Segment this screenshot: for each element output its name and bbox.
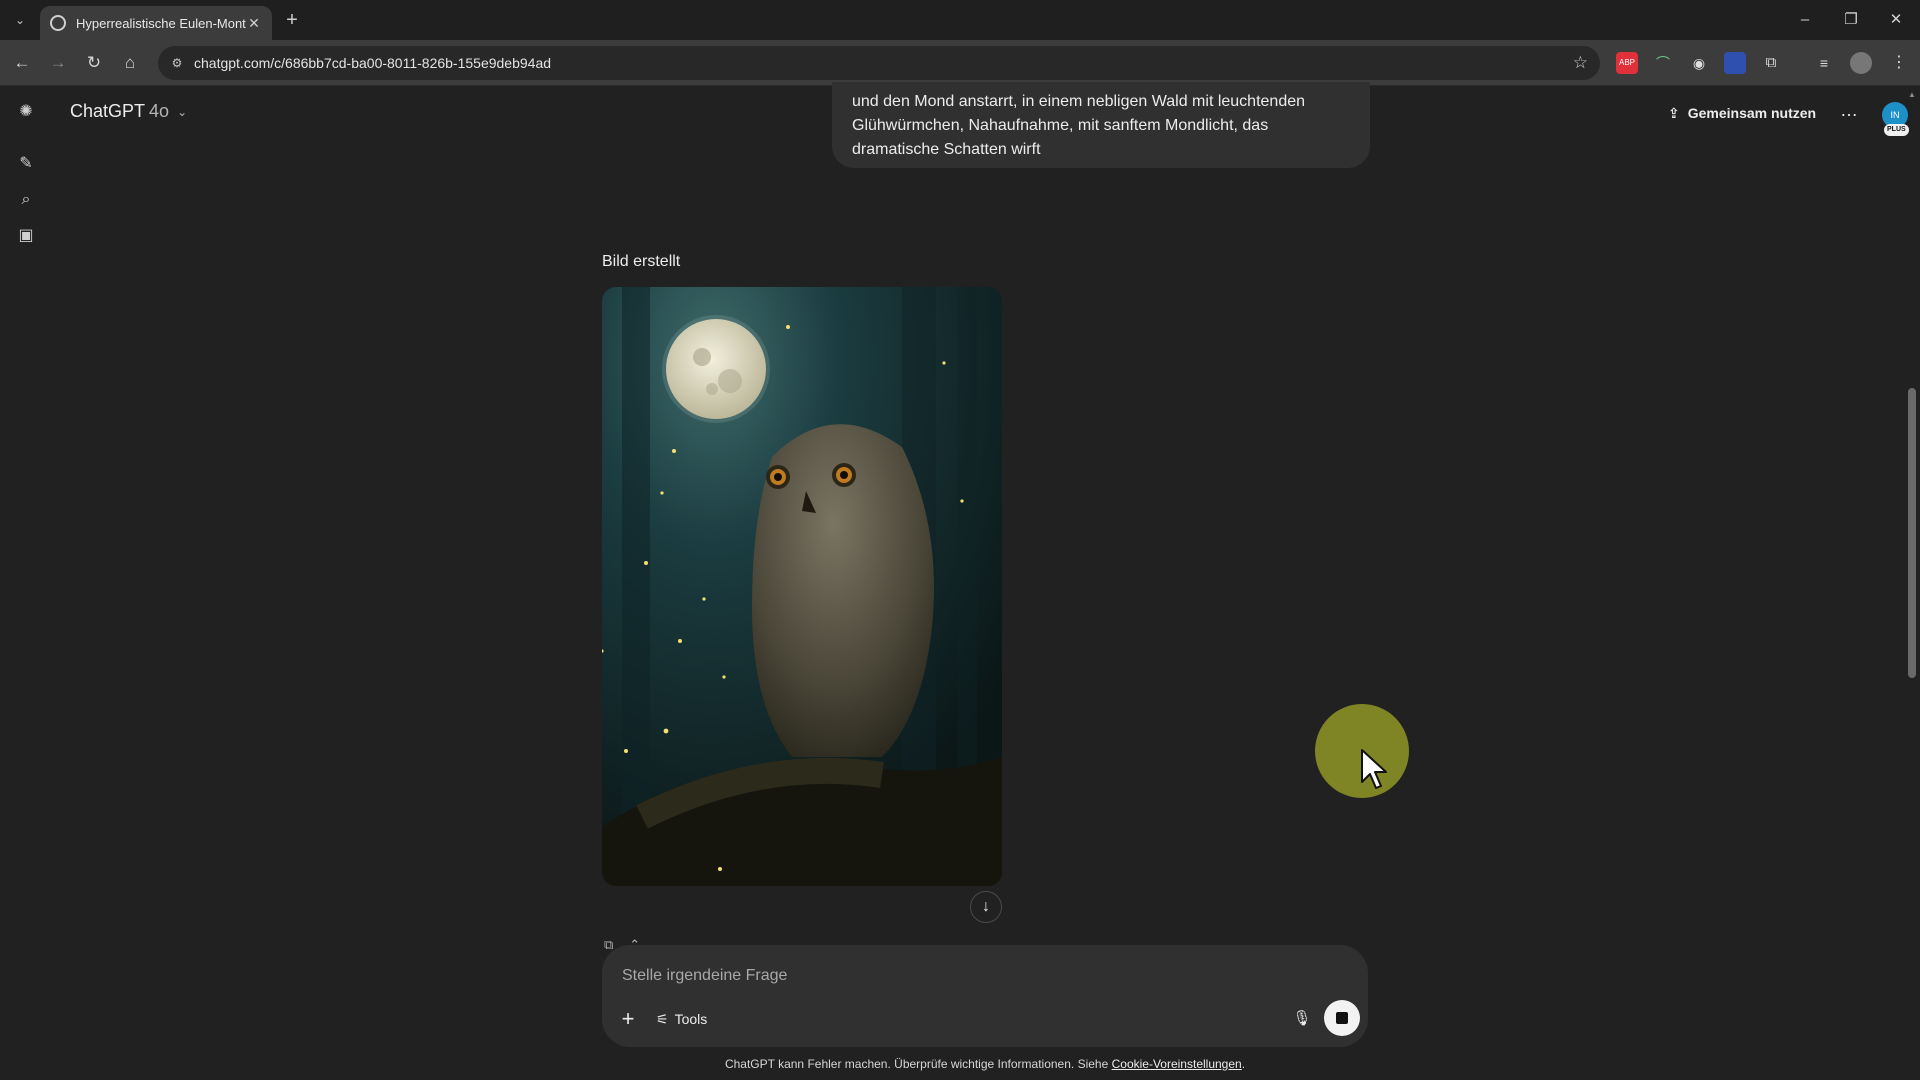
mouse-cursor-icon [1361,749,1387,789]
extension-icon-2[interactable]: ⌒ [1652,52,1674,74]
scroll-up-icon[interactable]: ▲ [1907,90,1917,100]
user-message-bubble: und den Mond anstarrt, in einem nebligen… [832,82,1370,168]
close-window-icon[interactable]: ✕ [1881,8,1911,32]
image-created-label: Bild erstellt [602,253,681,270]
disclaimer-text: ChatGPT kann Fehler machen. Überprüfe wi… [724,1057,1112,1071]
stop-generation-button[interactable] [1324,1000,1360,1036]
site-info-icon[interactable]: ⚙ [168,54,186,72]
app-sidebar: ✺ ✎ ⌕ ▣ [0,86,52,1080]
model-version: 4o [149,101,170,121]
stop-icon [1336,1012,1348,1024]
close-tab-icon[interactable]: ✕ [246,15,262,31]
new-tab-icon[interactable]: + [282,10,302,30]
share-label: Gemeinsam nutzen [1687,105,1817,121]
forward-icon[interactable]: → [46,51,70,75]
reload-icon[interactable]: ↻ [82,51,106,75]
back-icon[interactable]: ← [10,51,34,75]
media-control-icon[interactable]: ≡ [1813,52,1835,74]
plan-badge: PLUS [1884,124,1909,136]
share-icon: ⇪ [1668,104,1680,121]
scroll-down-arrow-icon[interactable]: ↓ [970,891,1002,923]
restore-icon[interactable]: ❐ [1836,8,1866,32]
profile-avatar-icon[interactable] [1850,52,1872,74]
more-options-icon[interactable]: … [1836,100,1862,126]
disclaimer: ChatGPT kann Fehler machen. Überprüfe wi… [0,1057,1920,1071]
prompt-input[interactable] [622,963,1322,989]
tab-title: Hyperrealistische Eulen-Montage [76,15,246,31]
adblock-extension-icon[interactable]: ABP [1616,52,1638,74]
model-name: ChatGPT [70,101,146,121]
extensions-puzzle-icon[interactable]: ⧉ [1760,52,1782,74]
new-chat-icon[interactable]: ✎ [14,152,38,176]
scrollbar-thumb[interactable] [1908,388,1916,678]
chevron-down-icon: ⌄ [177,104,188,119]
microphone-icon[interactable]: 🎙 [1288,1005,1316,1033]
browser-tabstrip: ⌄ Hyperrealistische Eulen-Montage ✕ + – … [0,0,1920,40]
tab-search-icon[interactable]: ⌄ [10,10,30,30]
tools-button[interactable]: ⚟ Tools [656,1007,707,1031]
url-text[interactable]: chatgpt.com/c/686bb7cd-ba00-8011-826b-15… [194,55,551,71]
sliders-icon: ⚟ [656,1010,669,1027]
camera-extension-icon[interactable]: ◉ [1688,52,1710,74]
cookie-settings-link[interactable]: Cookie-Voreinstellungen [1112,1057,1242,1071]
browser-toolbar: ← → ↻ ⌂ ⚙ chatgpt.com/c/686bb7cd-ba00-80… [0,40,1920,86]
library-icon[interactable]: ▣ [14,224,38,248]
chatgpt-logo-icon[interactable]: ✺ [14,100,38,124]
model-selector[interactable]: ChatGPT 4o ⌄ [70,101,187,122]
browser-menu-icon[interactable]: ⋮ [1888,52,1910,74]
chatgpt-favicon-icon [50,15,66,31]
browser-tab-active[interactable]: Hyperrealistische Eulen-Montage ✕ [40,6,272,40]
generated-owl-image[interactable] [602,287,1002,886]
composer: + ⚟ Tools 🎙 [602,945,1368,1047]
home-icon[interactable]: ⌂ [118,51,142,75]
share-button[interactable]: ⇪ Gemeinsam nutzen [1668,100,1816,126]
add-attachment-icon[interactable]: + [614,1005,642,1033]
disclaimer-suffix: . [1241,1057,1246,1071]
extension-icon-4[interactable] [1724,52,1746,74]
search-icon[interactable]: ⌕ [14,188,38,212]
bookmark-star-icon[interactable]: ☆ [1573,53,1588,73]
address-bar[interactable]: ⚙ chatgpt.com/c/686bb7cd-ba00-8011-826b-… [158,46,1600,80]
minimize-icon[interactable]: – [1790,8,1820,32]
tools-label: Tools [674,1011,708,1027]
